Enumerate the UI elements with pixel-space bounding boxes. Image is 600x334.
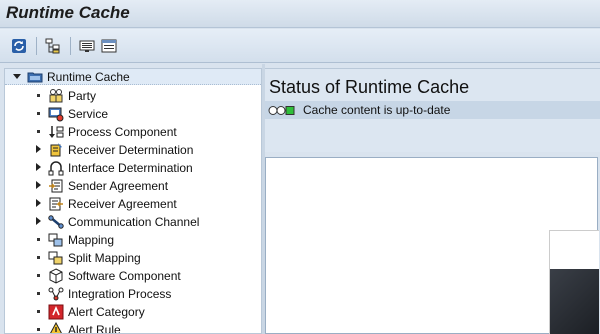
list-icon[interactable] (100, 37, 118, 55)
split-mapping-icon (48, 250, 64, 266)
leaf-bullet (37, 328, 40, 331)
title-bar: Runtime Cache (0, 0, 600, 28)
sender-agreement-icon (48, 178, 64, 194)
process-component-icon (48, 124, 64, 140)
receiver-determination-icon (48, 142, 64, 158)
tree-item-label: Sender Agreement (68, 179, 169, 193)
party-icon (48, 88, 64, 104)
tree-root-runtime-cache[interactable]: Runtime Cache (5, 69, 261, 85)
tree-item-mapping[interactable]: Mapping (5, 231, 261, 249)
hierarchy-icon[interactable] (44, 37, 62, 55)
leaf-bullet (37, 238, 40, 241)
communication-channel-icon (48, 214, 64, 230)
page-title: Status of Runtime Cache (269, 77, 470, 97)
tree-item-alert-rule[interactable]: Alert Rule (5, 321, 261, 334)
tree-item-label: Party (68, 89, 97, 103)
leaf-bullet (37, 94, 40, 97)
tree-item-label: Communication Channel (68, 215, 200, 229)
tree-item-label: Software Component (68, 269, 181, 283)
preview-image (550, 269, 599, 334)
tree-item-label: Integration Process (68, 287, 172, 301)
leaf-bullet (37, 256, 40, 259)
status-message: Cache content is up-to-date (303, 103, 451, 117)
tree-item-split-mapping[interactable]: Split Mapping (5, 249, 261, 267)
content-area (265, 157, 599, 334)
tree-item-label: Interface Determination (68, 161, 193, 175)
expand-toggle[interactable] (36, 181, 41, 189)
receiver-agreement-icon (48, 196, 64, 212)
tree-root-label: Runtime Cache (47, 70, 130, 84)
status-row: Cache content is up-to-date (265, 101, 600, 119)
traffic-light-icon (268, 105, 296, 116)
expand-toggle[interactable] (36, 217, 41, 225)
leaf-bullet (37, 310, 40, 313)
refresh-icon[interactable] (10, 37, 28, 55)
leaf-bullet (37, 130, 40, 133)
runtime-cache-tree: Runtime Cache Party Service Process Comp… (4, 68, 262, 334)
tree-item-label: Process Component (68, 125, 177, 139)
tree-item-label: Split Mapping (68, 251, 141, 265)
tree-item-process-component[interactable]: Process Component (5, 123, 261, 141)
cache-folder-icon (27, 70, 43, 84)
alert-rule-icon (48, 321, 64, 333)
mapping-icon (48, 232, 64, 248)
leaf-bullet (37, 274, 40, 277)
tree-item-sender-agreement[interactable]: Sender Agreement (5, 177, 261, 195)
tree-item-label: Service (68, 107, 109, 121)
tree-item-communication-channel[interactable]: Communication Channel (5, 213, 261, 231)
tree-item-label: Receiver Agreement (68, 197, 177, 211)
tree-item-integration-process[interactable]: Integration Process (5, 285, 261, 303)
tree-item-software-component[interactable]: Software Component (5, 267, 261, 285)
tree-item-label: Receiver Determination (68, 143, 194, 157)
tree-item-alert-category[interactable]: Alert Category (5, 303, 261, 321)
tree-item-party[interactable]: Party (5, 87, 261, 105)
collapse-toggle[interactable] (13, 74, 21, 79)
service-icon (48, 106, 64, 122)
status-panel: Status of Runtime Cache Cache content is… (265, 68, 600, 152)
expand-toggle[interactable] (36, 145, 41, 153)
interface-determination-icon (48, 160, 64, 176)
tree-item-receiver-agreement[interactable]: Receiver Agreement (5, 195, 261, 213)
tree-item-label: Alert Category (68, 305, 145, 319)
tree-item-label: Alert Rule (68, 323, 121, 334)
toolbar-separator (36, 37, 37, 55)
expand-toggle[interactable] (36, 163, 41, 171)
tree-item-receiver-determination[interactable]: Receiver Determination (5, 141, 261, 159)
tree-item-label: Mapping (68, 233, 115, 247)
content-preview (549, 230, 599, 334)
tree-item-service[interactable]: Service (5, 105, 261, 123)
alert-category-icon (48, 304, 64, 320)
leaf-bullet (37, 112, 40, 115)
leaf-bullet (37, 292, 40, 295)
software-component-icon (48, 268, 64, 284)
display-icon[interactable] (78, 37, 96, 55)
window-title: Runtime Cache (6, 3, 130, 22)
toolbar (0, 29, 600, 63)
tree-item-interface-determination[interactable]: Interface Determination (5, 159, 261, 177)
integration-process-icon (48, 286, 64, 302)
expand-toggle[interactable] (36, 199, 41, 207)
toolbar-separator (70, 37, 71, 55)
